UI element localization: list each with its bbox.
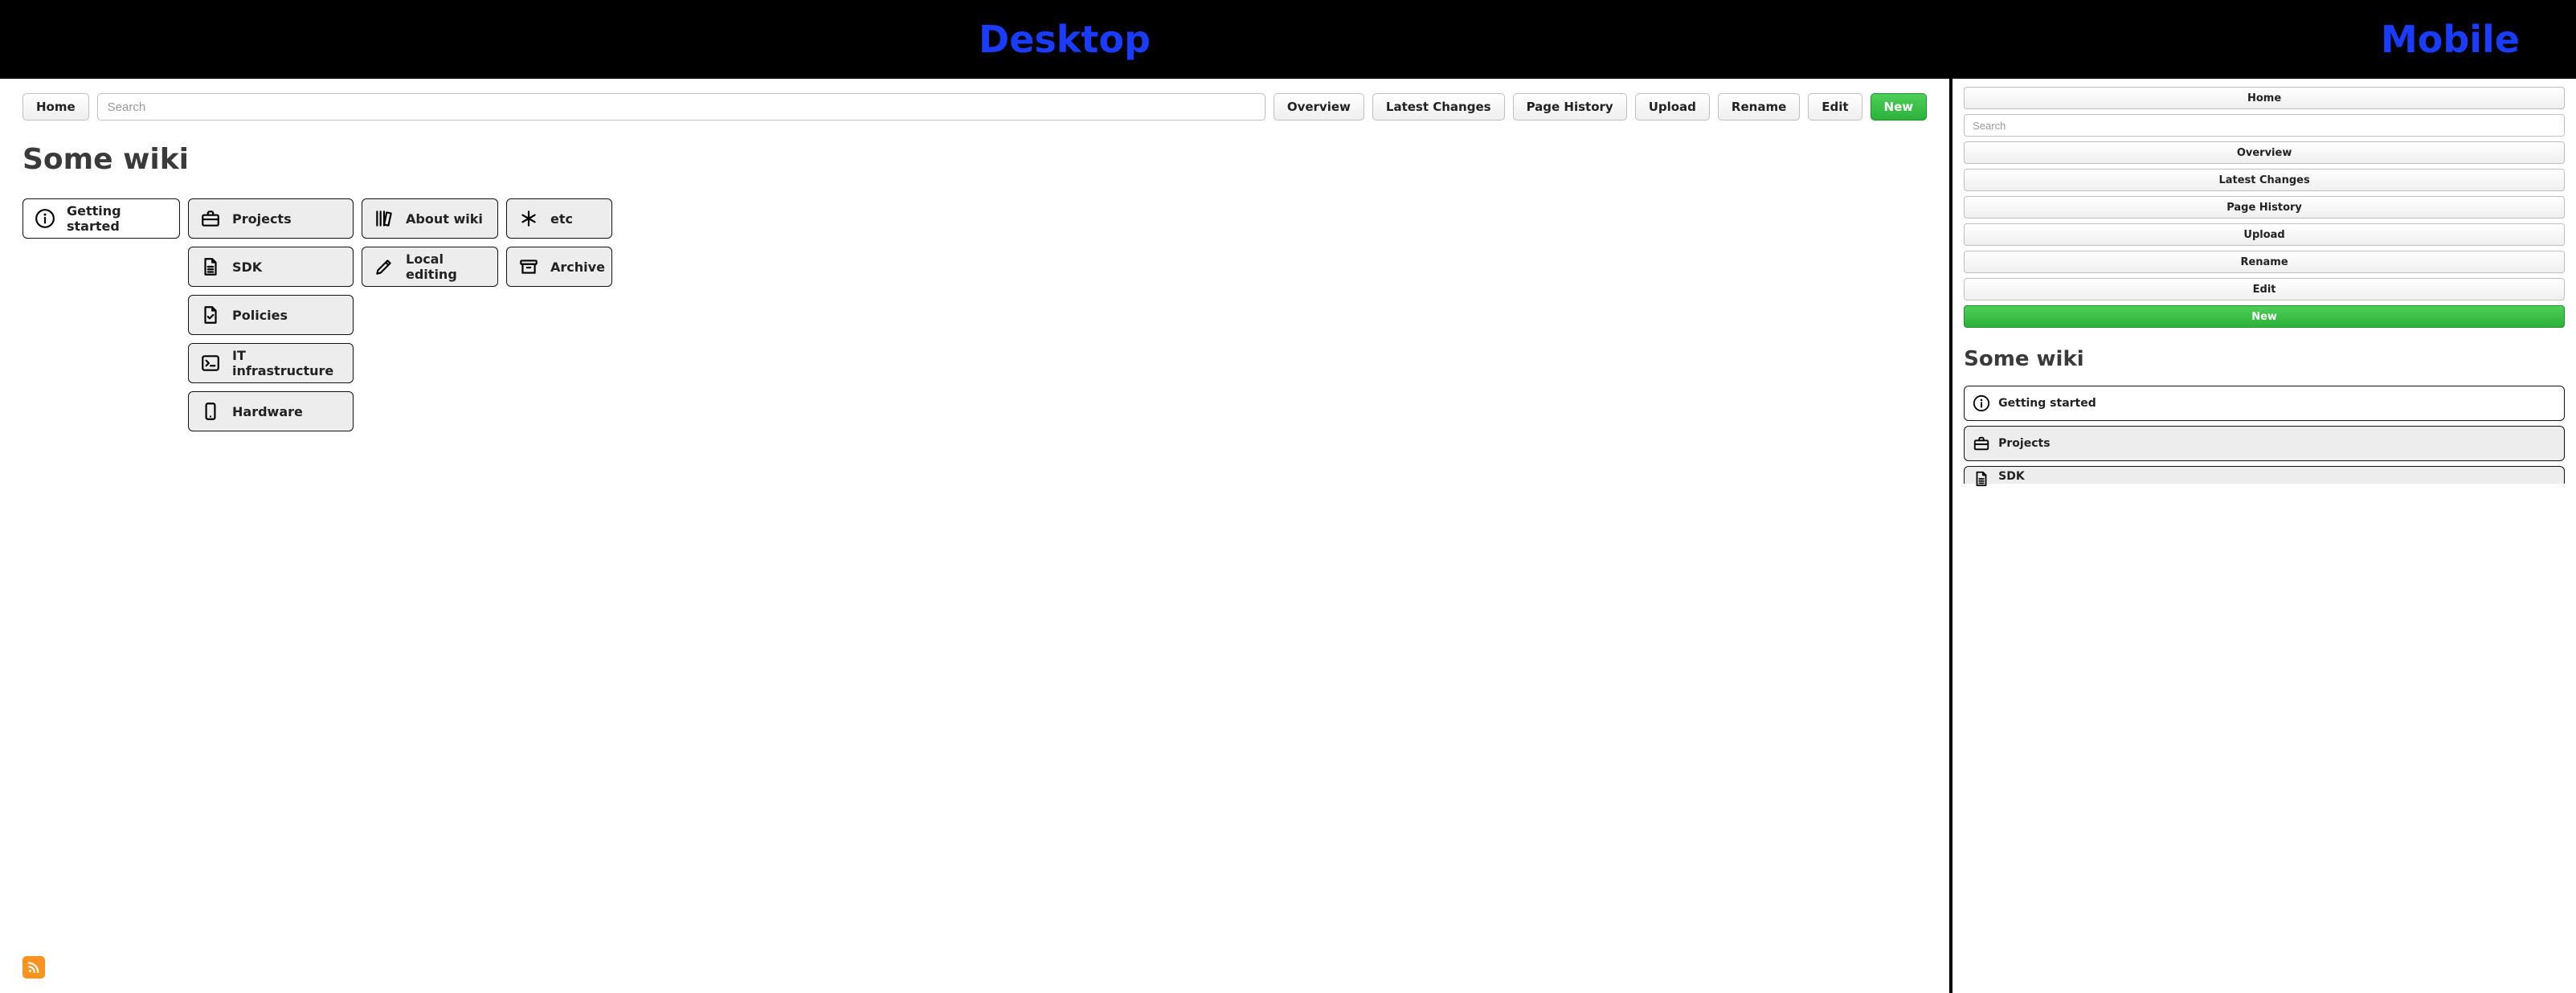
m-page-title: Some wiki [1964, 347, 2565, 371]
tile-label: SDK [1998, 470, 2025, 483]
document-check-icon [200, 304, 221, 325]
tile-hardware[interactable]: Hardware [188, 391, 354, 431]
tile-label: IT infrastructure [232, 348, 341, 378]
comparison-banner: Desktop Mobile [0, 0, 2576, 79]
terminal-icon [200, 353, 221, 374]
rename-button[interactable]: Rename [1718, 93, 1800, 121]
tile-local-editing[interactable]: Local editing [362, 247, 498, 287]
toolbar: Home Overview Latest Changes Page Histor… [22, 93, 1927, 121]
m-overview-button[interactable]: Overview [1964, 141, 2565, 164]
search-input[interactable] [97, 93, 1266, 121]
tile-policies[interactable]: Policies [188, 295, 354, 335]
briefcase-icon [200, 208, 221, 229]
tile-label: About wiki [406, 211, 486, 227]
tile-about-wiki[interactable]: About wiki [362, 198, 498, 239]
document-lines-icon [1973, 470, 1990, 488]
banner-label-mobile: Mobile [2381, 18, 2520, 61]
books-icon [374, 208, 395, 229]
info-icon [35, 208, 55, 229]
overview-button[interactable]: Overview [1274, 93, 1364, 121]
m-rename-button[interactable]: Rename [1964, 251, 2565, 273]
m-upload-button[interactable]: Upload [1964, 223, 2565, 246]
tile-it-infrastructure[interactable]: IT infrastructure [188, 343, 354, 383]
tile-label: Getting started [67, 203, 168, 234]
m-search-input[interactable] [1964, 114, 2565, 137]
briefcase-icon [1973, 435, 1990, 452]
asterisk-icon [518, 208, 539, 229]
pencil-icon [374, 256, 395, 277]
document-lines-icon [200, 256, 221, 277]
archive-icon [518, 256, 539, 277]
latest-changes-button[interactable]: Latest Changes [1372, 93, 1505, 121]
tile-archive[interactable]: Archive [506, 247, 612, 287]
m-edit-button[interactable]: Edit [1964, 278, 2565, 300]
tile-label: Local editing [406, 251, 486, 282]
rss-icon[interactable] [22, 956, 45, 979]
m-tile-getting-started[interactable]: Getting started [1964, 386, 2565, 421]
home-button[interactable]: Home [22, 93, 89, 121]
tile-label: Policies [232, 308, 341, 323]
tile-label: etc [550, 211, 600, 227]
edit-button[interactable]: Edit [1808, 93, 1862, 121]
tile-label: Projects [1998, 437, 2050, 450]
m-home-button[interactable]: Home [1964, 87, 2565, 109]
upload-button[interactable]: Upload [1635, 93, 1710, 121]
info-icon [1973, 394, 1990, 412]
search-wrapper [97, 93, 1266, 121]
tile-label: Hardware [232, 404, 341, 419]
tile-label: SDK [232, 259, 341, 275]
m-page-history-button[interactable]: Page History [1964, 196, 2565, 219]
m-tile-sdk[interactable]: SDK [1964, 466, 2565, 484]
banner-label-desktop: Desktop [979, 18, 1151, 61]
tile-grid: Getting started Projects SDK Policies [22, 198, 1927, 431]
tile-label: Archive [550, 259, 605, 275]
tile-projects[interactable]: Projects [188, 198, 354, 239]
page-history-button[interactable]: Page History [1513, 93, 1627, 121]
m-latest-changes-button[interactable]: Latest Changes [1964, 169, 2565, 191]
page-title: Some wiki [22, 143, 1927, 176]
tile-getting-started[interactable]: Getting started [22, 198, 180, 239]
mobile-pane: Home Overview Latest Changes Page Histor… [1952, 79, 2576, 993]
phone-icon [200, 401, 221, 422]
tile-etc[interactable]: etc [506, 198, 612, 239]
new-button[interactable]: New [1871, 93, 1928, 121]
tile-sdk[interactable]: SDK [188, 247, 354, 287]
desktop-pane: Home Overview Latest Changes Page Histor… [0, 79, 1952, 993]
tile-label: Getting started [1998, 397, 2096, 410]
tile-label: Projects [232, 211, 341, 227]
m-tile-projects[interactable]: Projects [1964, 426, 2565, 461]
m-search-wrapper [1964, 114, 2565, 141]
m-new-button[interactable]: New [1964, 305, 2565, 328]
